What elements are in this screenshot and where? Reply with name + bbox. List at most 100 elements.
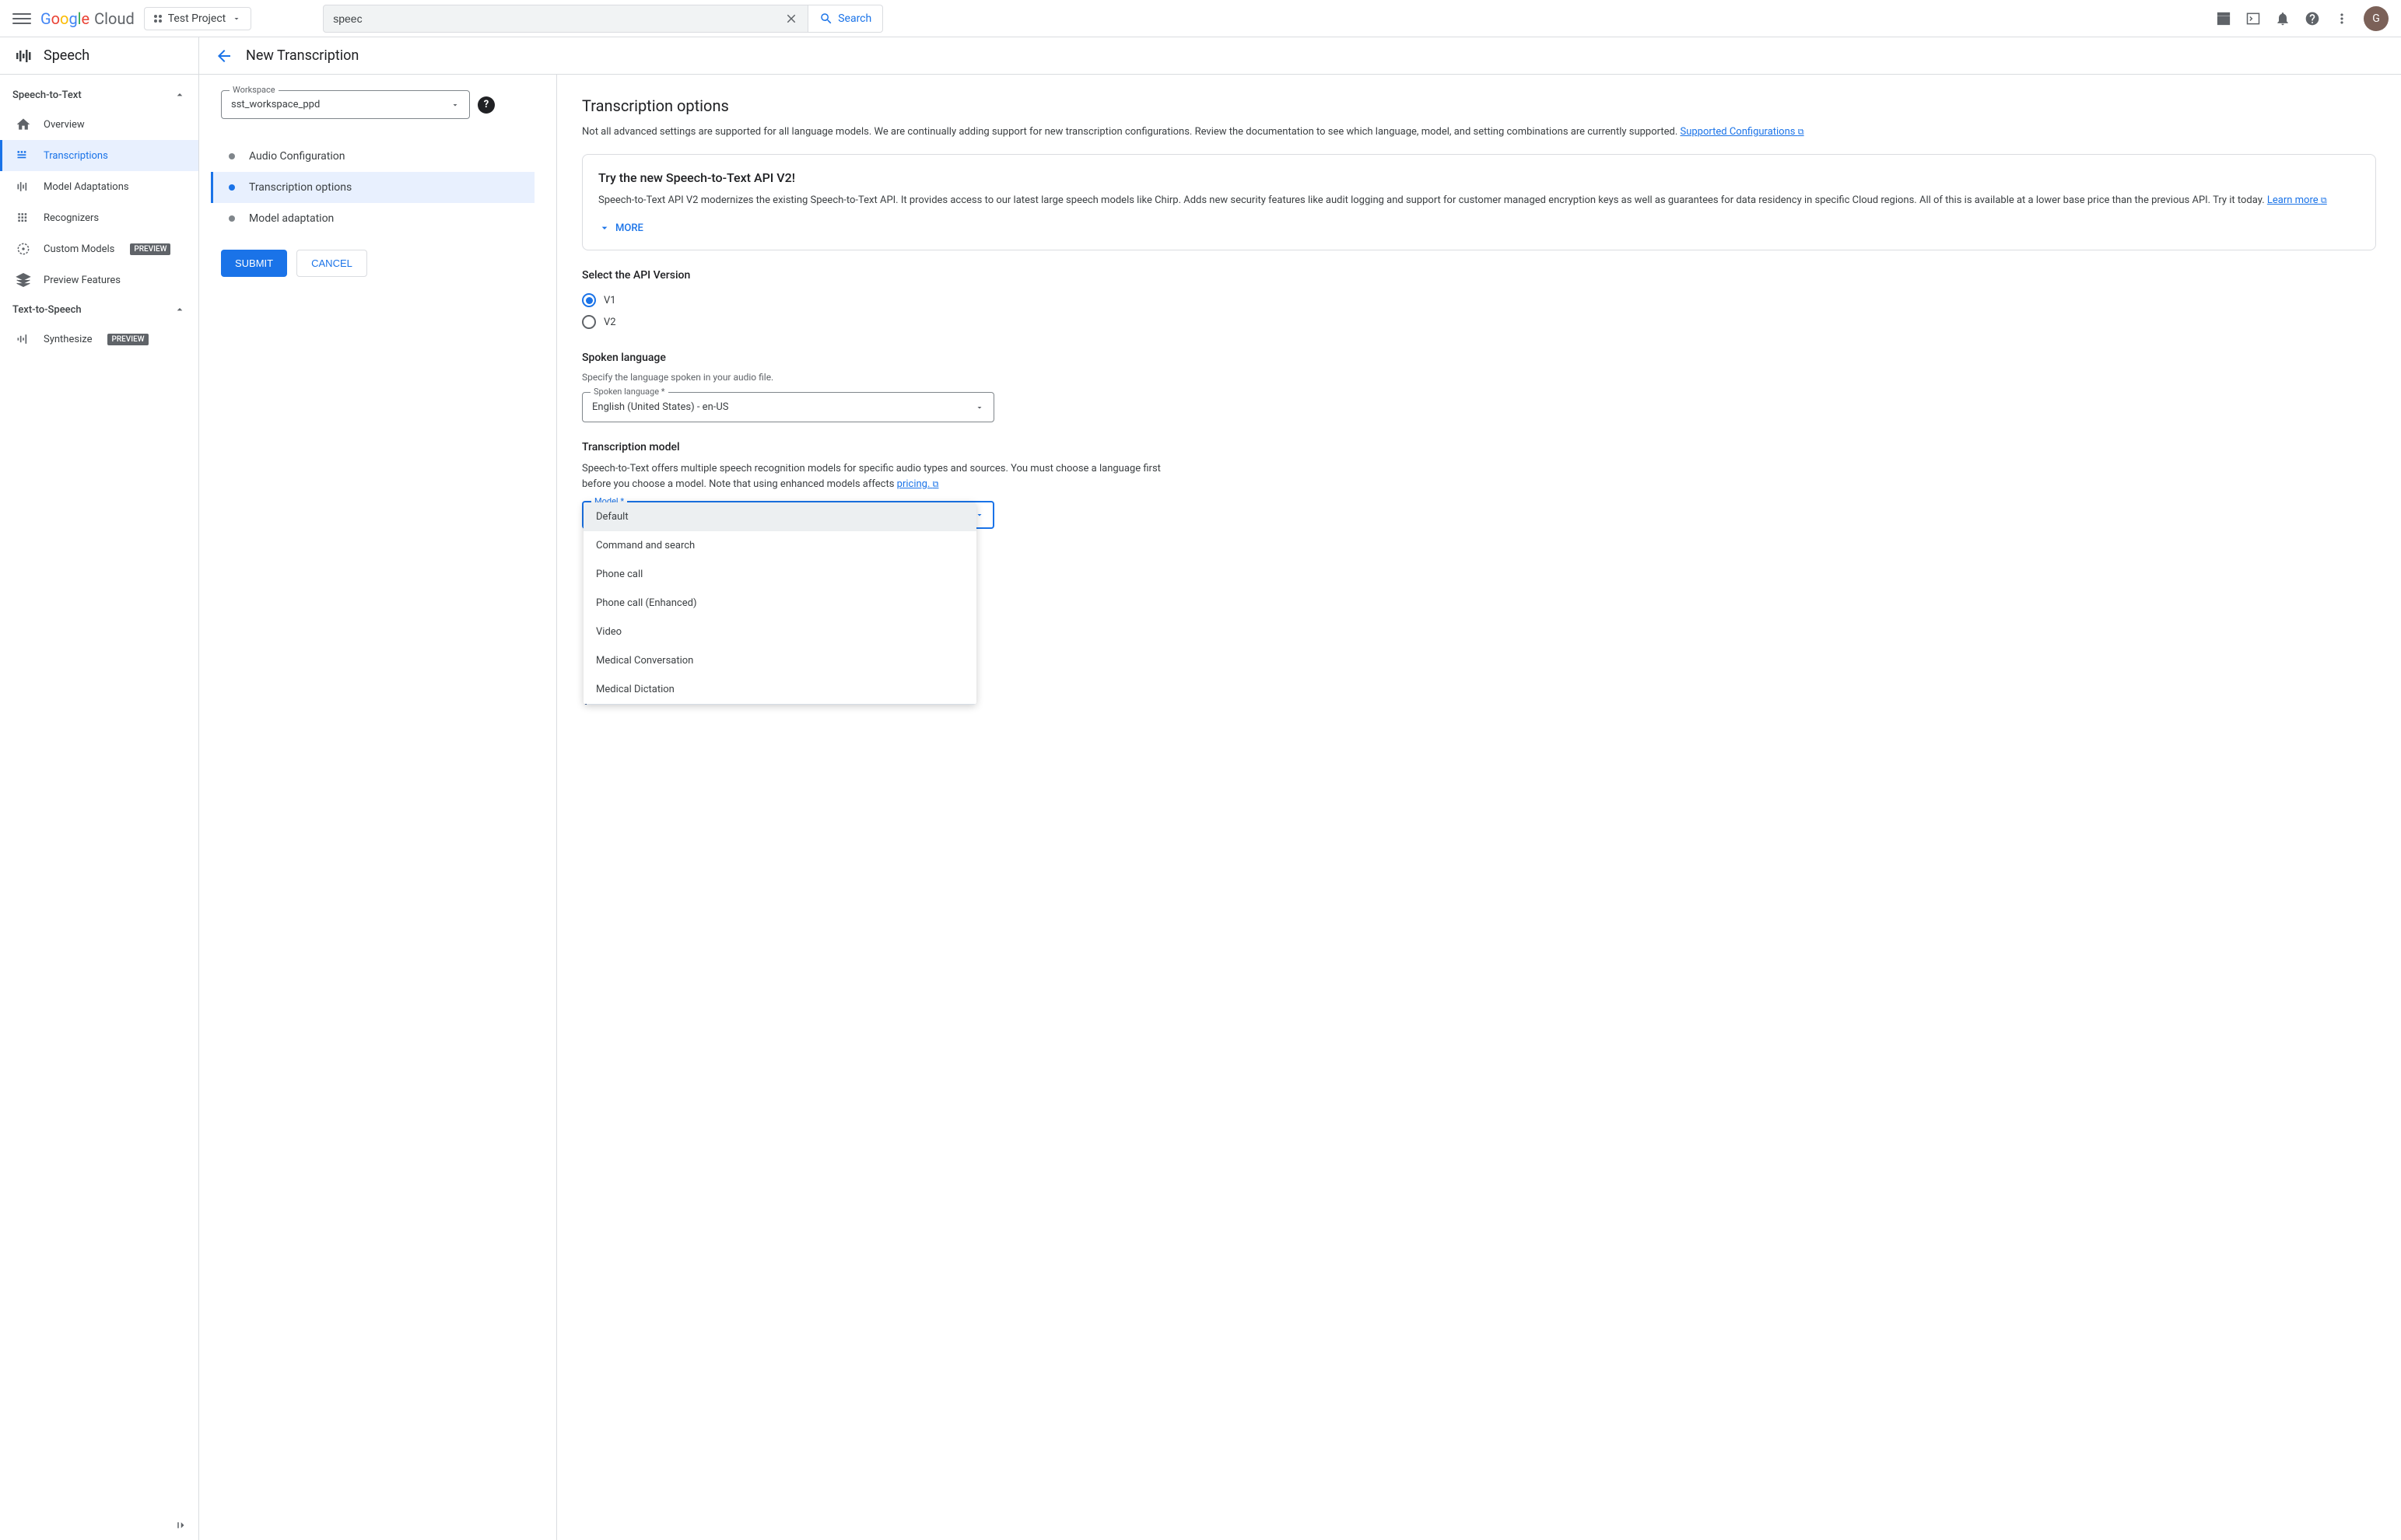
google-cloud-logo[interactable]: Google Cloud (40, 9, 135, 28)
promo-body: Speech-to-Text API V2 modernizes the exi… (598, 193, 2360, 208)
more-button[interactable]: MORE (598, 222, 2360, 234)
product-name: Speech (44, 47, 89, 64)
model-option-command-and-search[interactable]: Command and search (584, 531, 976, 560)
chevron-down-icon (975, 403, 984, 412)
sidebar-item-label: Model Adaptations (44, 181, 129, 193)
spoken-language-hint: Specify the language spoken in your audi… (582, 372, 2376, 383)
project-name: Test Project (168, 12, 226, 25)
sidebar-group-header[interactable]: Speech-to-Text (0, 81, 198, 109)
model-option-default[interactable]: Default (584, 502, 976, 531)
speech-product-icon (14, 47, 33, 65)
step-dot-icon (229, 215, 235, 222)
workspace-value: sst_workspace_ppd (231, 99, 320, 110)
transcription-model-hint: Speech-to-Text offers multiple speech re… (582, 461, 1189, 492)
model-option-medical-dictation[interactable]: Medical Dictation (584, 675, 976, 704)
radio-label: V2 (604, 317, 616, 328)
transcription-model-title: Transcription model (582, 441, 2376, 453)
menu-icon[interactable] (12, 9, 31, 28)
sidebar-group-header[interactable]: Text-to-Speech (0, 296, 198, 324)
sidebar-item-custom-models[interactable]: Custom Models PREVIEW (0, 233, 198, 264)
preview-badge: PREVIEW (107, 334, 148, 345)
back-arrow-icon[interactable] (215, 47, 233, 65)
preview-badge: PREVIEW (130, 243, 170, 255)
model-option-medical-conversation[interactable]: Medical Conversation (584, 646, 976, 675)
sub-header: Speech New Transcription (0, 37, 2401, 75)
sidebar-item-label: Preview Features (44, 275, 121, 286)
sidebar: Speech-to-Text Overview Transcriptions Mode… (0, 75, 199, 1540)
notifications-icon[interactable] (2275, 11, 2291, 26)
sidebar-item-transcriptions[interactable]: Transcriptions (0, 140, 198, 171)
layers-icon (16, 272, 31, 288)
radio-icon (582, 315, 596, 329)
chevron-up-icon (174, 303, 186, 316)
collapse-sidebar-icon[interactable] (174, 1518, 188, 1532)
spoken-language-title: Spoken language (582, 352, 2376, 364)
terminal-icon[interactable] (2245, 11, 2261, 26)
step-label: Audio Configuration (249, 150, 345, 163)
search-button[interactable]: Search (808, 5, 883, 33)
clear-icon[interactable] (784, 12, 798, 26)
stepper-panel: Workspace sst_workspace_ppd ? Audio Conf… (199, 75, 557, 1540)
chevron-down-icon (232, 14, 241, 23)
home-icon (16, 117, 31, 132)
workspace-select[interactable]: Workspace sst_workspace_ppd (221, 90, 470, 119)
more-vert-icon[interactable] (2334, 11, 2350, 26)
spoken-language-value: English (United States) - en-US (592, 401, 729, 413)
api-version-title: Select the API Version (582, 269, 2376, 282)
sidebar-item-label: Synthesize (44, 334, 92, 345)
sidebar-item-recognizers[interactable]: Recognizers (0, 202, 198, 233)
model-option-phone-call[interactable]: Phone call (584, 560, 976, 589)
sidebar-item-synthesize[interactable]: Synthesize PREVIEW (0, 324, 198, 355)
avatar[interactable]: G (2364, 6, 2389, 31)
content-intro: Not all advanced settings are supported … (582, 124, 2376, 140)
content-panel: Transcription options Not all advanced s… (557, 75, 2401, 1540)
chevron-down-icon (598, 222, 611, 234)
submit-button[interactable]: SUBMIT (221, 250, 287, 277)
promo-title: Try the new Speech-to-Text API V2! (598, 170, 2360, 185)
transcriptions-icon (16, 148, 31, 163)
sidebar-item-model-adaptations[interactable]: Model Adaptations (0, 171, 198, 202)
step-audio-configuration[interactable]: Audio Configuration (221, 141, 535, 172)
page-title: New Transcription (246, 47, 359, 64)
cancel-button[interactable]: CANCEL (296, 250, 367, 277)
search-box[interactable] (323, 5, 808, 33)
step-label: Model adaptation (249, 212, 334, 225)
project-picker[interactable]: Test Project (144, 7, 251, 30)
search-icon (819, 12, 833, 26)
chevron-down-icon (450, 100, 460, 110)
step-label: Transcription options (249, 181, 352, 194)
radio-v2[interactable]: V2 (582, 311, 2376, 333)
synthesize-icon (16, 331, 31, 347)
sidebar-item-label: Custom Models (44, 243, 114, 255)
sidebar-item-overview[interactable]: Overview (0, 109, 198, 140)
workspace-help-icon[interactable]: ? (478, 96, 495, 114)
recognizers-icon (16, 210, 31, 226)
model-dropdown: DefaultCommand and searchPhone callPhone… (584, 502, 976, 705)
help-icon[interactable] (2305, 11, 2320, 26)
content-heading: Transcription options (582, 96, 2376, 115)
sidebar-item-label: Overview (44, 119, 85, 131)
model-option-phone-call-enhanced-[interactable]: Phone call (Enhanced) (584, 589, 976, 618)
pricing-link[interactable]: pricing. ⧉ (897, 478, 939, 490)
learn-more-link[interactable]: Learn more ⧉ (2267, 194, 2327, 206)
radio-label: V1 (604, 295, 616, 306)
radio-v1[interactable]: V1 (582, 289, 2376, 311)
adaptations-icon (16, 179, 31, 194)
spoken-language-select[interactable]: Spoken language * English (United States… (582, 392, 994, 422)
custom-icon (16, 241, 31, 257)
chevron-up-icon (174, 89, 186, 101)
sidebar-item-label: Recognizers (44, 212, 99, 224)
model-option-video[interactable]: Video (584, 618, 976, 646)
sidebar-item-preview-features[interactable]: Preview Features (0, 264, 198, 296)
step-model-adaptation[interactable]: Model adaptation (221, 203, 535, 234)
supported-configurations-link[interactable]: Supported Configurations ⧉ (1681, 126, 1804, 138)
search-input[interactable] (333, 12, 778, 25)
cloud-shell-icon[interactable] (2216, 11, 2231, 26)
model-option-long[interactable]: Long (584, 704, 976, 705)
step-dot-icon (229, 153, 235, 159)
sidebar-item-label: Transcriptions (44, 150, 108, 162)
radio-icon (582, 293, 596, 307)
step-transcription-options[interactable]: Transcription options (211, 172, 535, 203)
step-dot-icon (229, 184, 235, 191)
promo-box: Try the new Speech-to-Text API V2! Speec… (582, 154, 2376, 251)
